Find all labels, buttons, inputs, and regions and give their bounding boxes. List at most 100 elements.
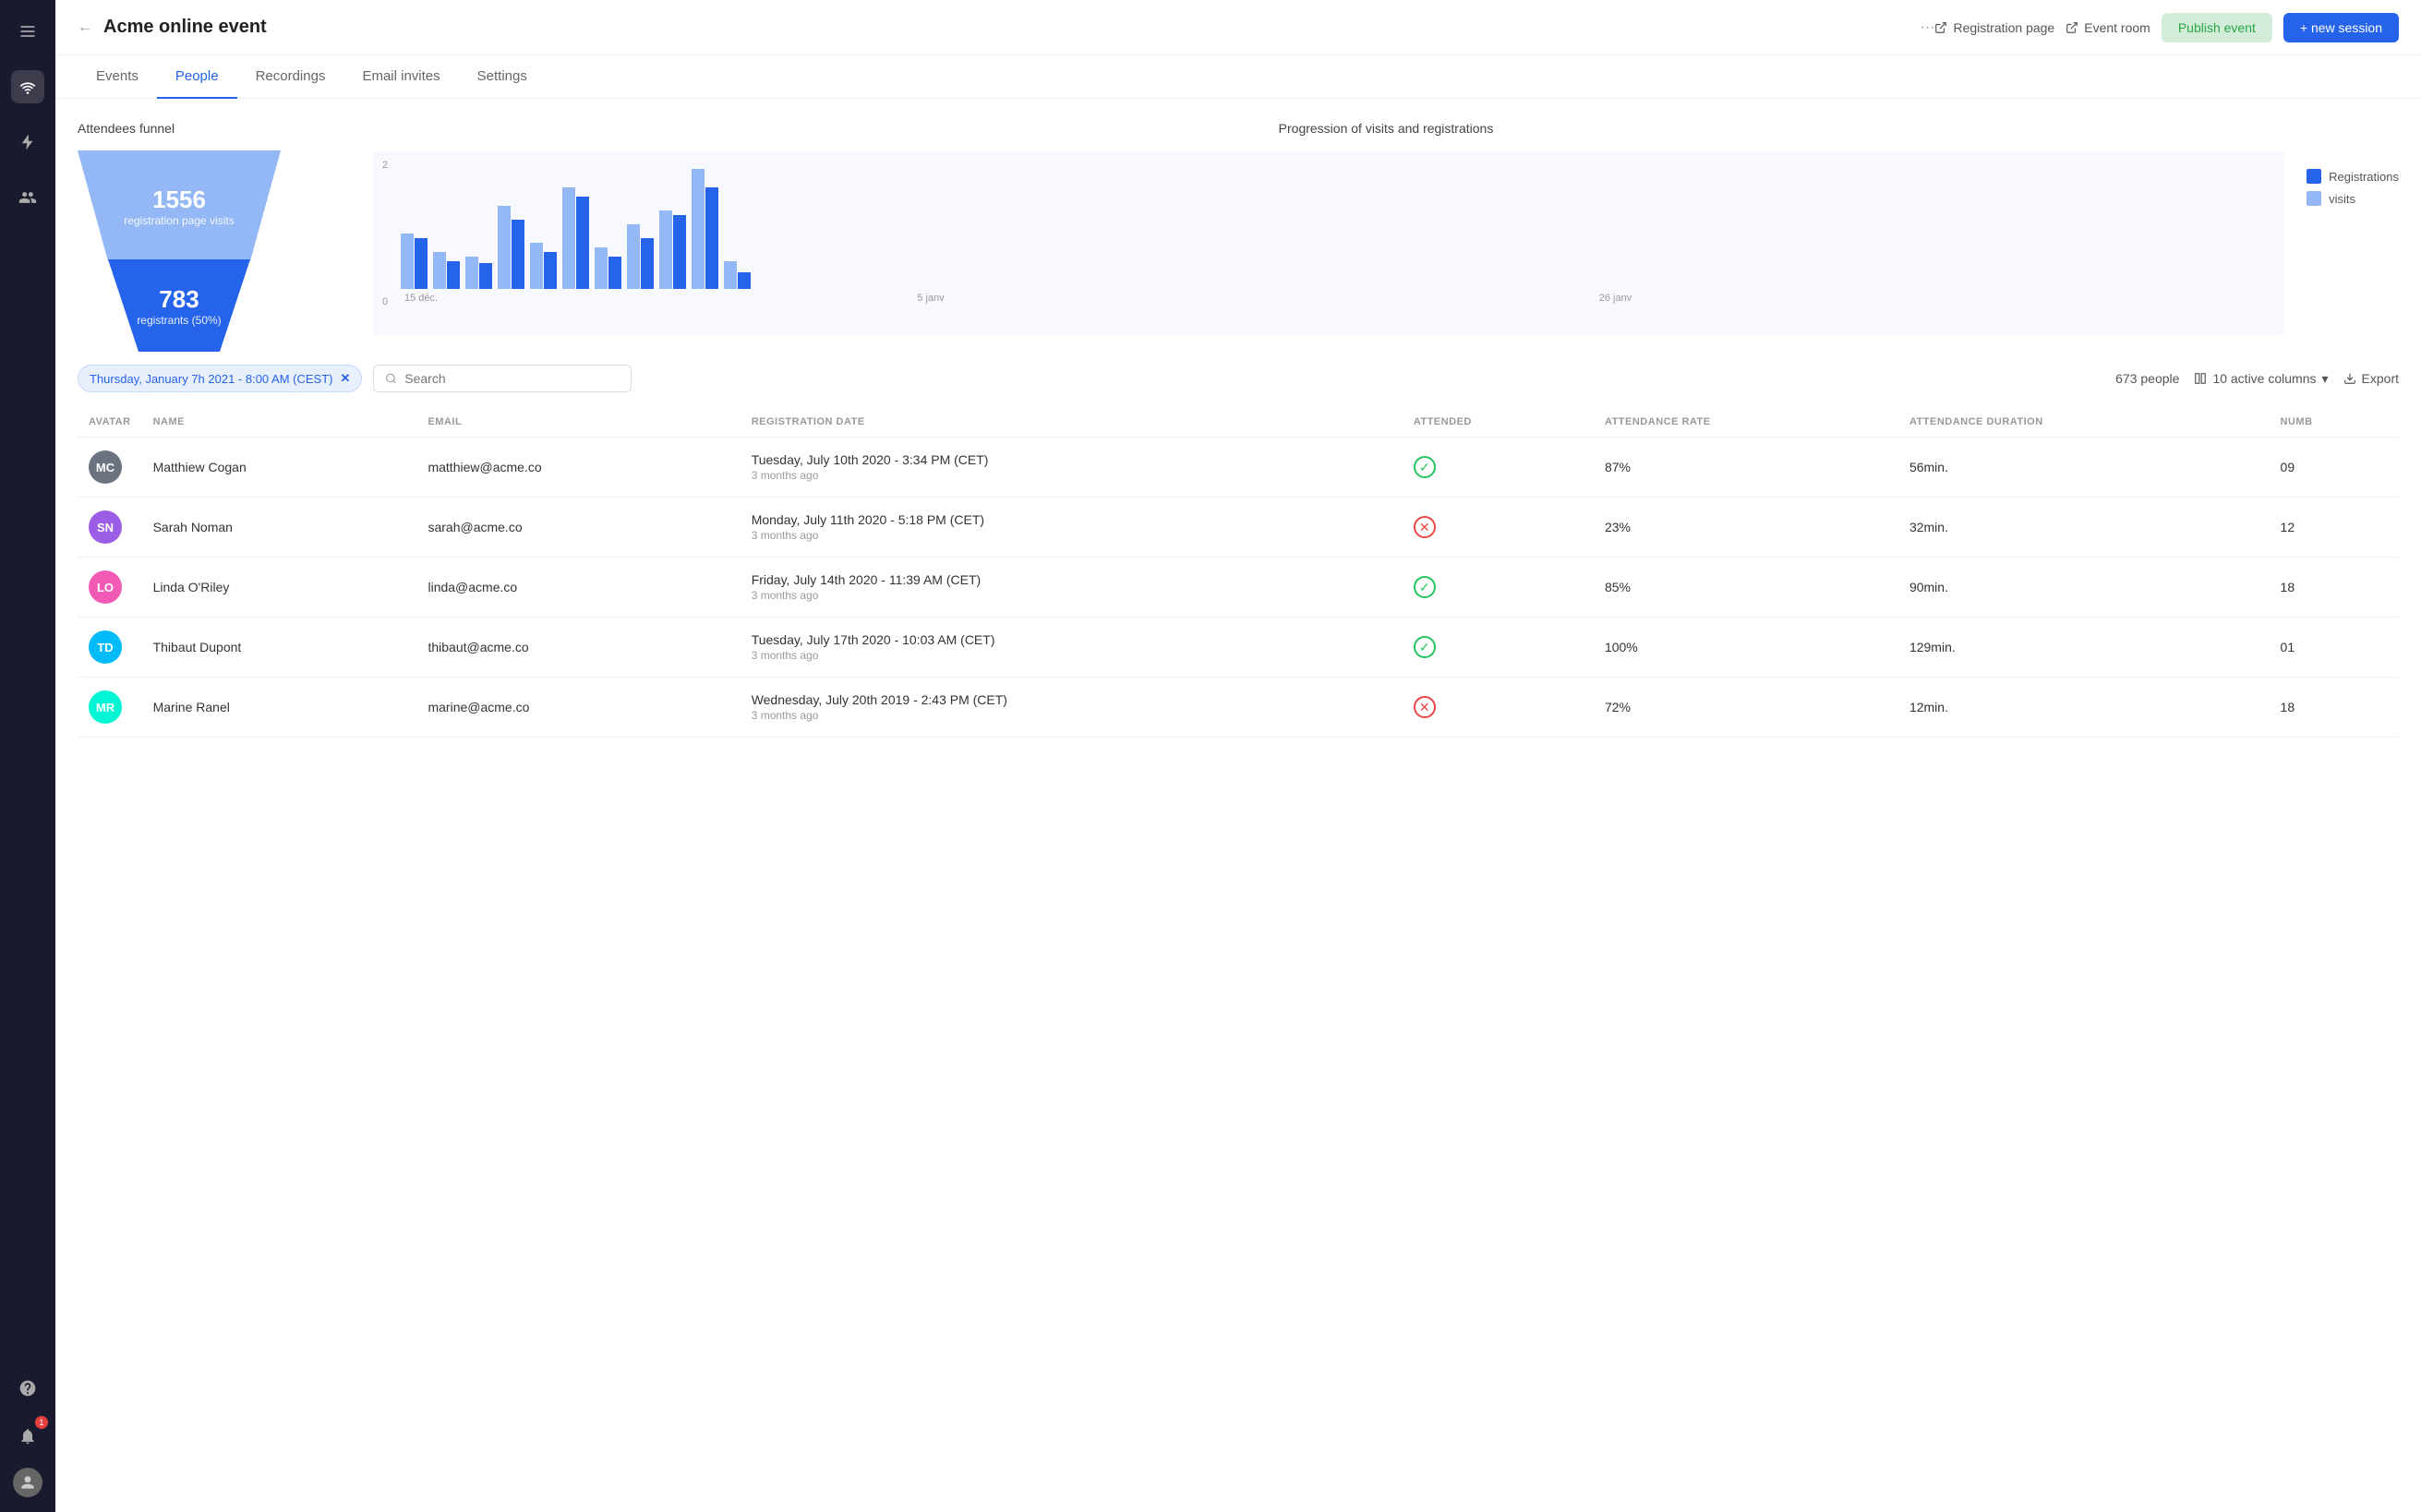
user-avatar: LO [89, 570, 122, 604]
event-room-link[interactable]: Event room [2066, 20, 2150, 35]
columns-button[interactable]: 10 active columns ▾ [2194, 371, 2328, 387]
tab-recordings[interactable]: Recordings [237, 55, 344, 99]
cell-avatar: SN [78, 498, 142, 558]
sidebar-wifi-icon[interactable] [11, 70, 44, 103]
sidebar-notification-icon[interactable]: 1 [11, 1420, 44, 1453]
x-label-2: 5 janv [917, 293, 1593, 304]
content-area: Attendees funnel 1556 registration page … [55, 99, 2421, 1512]
bar-group-6 [562, 187, 589, 289]
cell-rate: 85% [1594, 558, 1898, 618]
bar-visit [562, 187, 575, 289]
cell-avatar: MC [78, 438, 142, 498]
bar-group-8 [627, 224, 654, 289]
sidebar-menu-icon[interactable] [11, 15, 44, 48]
bar-reg [479, 263, 492, 289]
bar-reg [512, 220, 524, 289]
charts-section: Attendees funnel 1556 registration page … [78, 121, 2399, 335]
funnel-bottom-label: registrants (50%) [137, 314, 221, 327]
main-content: ← Acme online event ··· Registration pag… [55, 0, 2421, 1512]
chart-container: Progression of visits and registrations … [373, 121, 2399, 335]
user-avatar: SN [89, 510, 122, 544]
cell-name: Sarah Noman [142, 498, 417, 558]
tabs-nav: Events People Recordings Email invites S… [55, 55, 2421, 99]
sidebar-lightning-icon[interactable] [11, 126, 44, 159]
back-button[interactable]: ← [78, 19, 92, 36]
bar-visit [659, 210, 672, 289]
cell-name: Thibaut Dupont [142, 618, 417, 678]
bar-visit [530, 243, 543, 289]
cell-avatar: LO [78, 558, 142, 618]
legend-dot-registrations [2307, 169, 2321, 184]
cell-reg-date: Tuesday, July 10th 2020 - 3:34 PM (CET) … [741, 438, 1403, 498]
table-row: SN Sarah Noman sarah@acme.co Monday, Jul… [78, 498, 2399, 558]
table-row: MR Marine Ranel marine@acme.co Wednesday… [78, 678, 2399, 738]
chart-area: 2 0 [373, 150, 2284, 335]
legend-visits: visits [2307, 191, 2399, 206]
funnel-top-number: 1556 [152, 186, 206, 214]
cell-attended: ✓ [1403, 558, 1594, 618]
funnel-top-label: registration page visits [124, 214, 234, 227]
table-right-controls: 673 people 10 active columns ▾ Export [2115, 371, 2399, 387]
col-rate: ATTENDANCE RATE [1594, 407, 1898, 438]
funnel-title: Attendees funnel [78, 121, 336, 136]
funnel-bottom: 783 registrants (50%) [78, 259, 281, 352]
bar-reg [641, 238, 654, 289]
publish-event-button[interactable]: Publish event [2162, 13, 2272, 42]
cell-attended: ✓ [1403, 438, 1594, 498]
bar-visit [433, 252, 446, 289]
x-label-1: 15 déc. [401, 293, 911, 304]
search-box[interactable] [373, 365, 632, 392]
filter-tag[interactable]: Thursday, January 7h 2021 - 8:00 AM (CES… [78, 365, 362, 392]
bar-reg [576, 197, 589, 289]
cell-attended: ✕ [1403, 678, 1594, 738]
col-attended: ATTENDED [1403, 407, 1594, 438]
bar-group-7 [595, 247, 621, 289]
bar-visit [595, 247, 608, 289]
cell-reg-date: Tuesday, July 17th 2020 - 10:03 AM (CET)… [741, 618, 1403, 678]
chart-legend: Registrations visits [2307, 150, 2399, 335]
cell-rate: 87% [1594, 438, 1898, 498]
tab-events[interactable]: Events [78, 55, 157, 99]
export-icon [2343, 372, 2356, 385]
cell-num: 01 [2270, 618, 2399, 678]
tab-settings[interactable]: Settings [459, 55, 546, 99]
attended-x-icon: ✕ [1414, 696, 1436, 718]
registration-page-link[interactable]: Registration page [1934, 20, 2054, 35]
cell-duration: 56min. [1898, 438, 2270, 498]
sidebar-people-icon[interactable] [11, 181, 44, 214]
bar-reg [608, 257, 621, 289]
cell-reg-date: Friday, July 14th 2020 - 11:39 AM (CET) … [741, 558, 1403, 618]
cell-duration: 90min. [1898, 558, 2270, 618]
tab-people[interactable]: People [157, 55, 237, 99]
sidebar-help-icon[interactable] [11, 1372, 44, 1405]
attended-check-icon: ✓ [1414, 456, 1436, 478]
more-options-button[interactable]: ··· [1921, 19, 1935, 36]
cell-name: Linda O'Riley [142, 558, 417, 618]
bar-group-2 [433, 252, 460, 289]
bar-visit [498, 206, 511, 289]
filter-remove-button[interactable]: ✕ [341, 371, 351, 386]
funnel-top: 1556 registration page visits [78, 150, 281, 261]
cell-name: Marine Ranel [142, 678, 417, 738]
table-toolbar: Thursday, January 7h 2021 - 8:00 AM (CES… [78, 365, 2399, 392]
people-count: 673 people [2115, 371, 2179, 386]
new-session-button[interactable]: + new session [2283, 13, 2399, 42]
bar-reg [447, 261, 460, 289]
tab-email-invites[interactable]: Email invites [343, 55, 458, 99]
col-reg-date: REGISTRATION DATE [741, 407, 1403, 438]
bar-group-9 [659, 210, 686, 289]
cell-email: sarah@acme.co [416, 498, 740, 558]
cell-reg-date: Monday, July 11th 2020 - 5:18 PM (CET) 3… [741, 498, 1403, 558]
bar-group-1 [401, 234, 428, 289]
cell-email: marine@acme.co [416, 678, 740, 738]
cell-reg-date: Wednesday, July 20th 2019 - 2:43 PM (CET… [741, 678, 1403, 738]
user-avatar: TD [89, 630, 122, 664]
search-input[interactable] [404, 371, 620, 386]
search-icon [385, 372, 397, 385]
bar-visit [692, 169, 705, 289]
table-row: LO Linda O'Riley linda@acme.co Friday, J… [78, 558, 2399, 618]
user-avatar[interactable] [13, 1468, 42, 1497]
bar-reg [544, 252, 557, 289]
export-button[interactable]: Export [2343, 371, 2399, 386]
cell-email: thibaut@acme.co [416, 618, 740, 678]
